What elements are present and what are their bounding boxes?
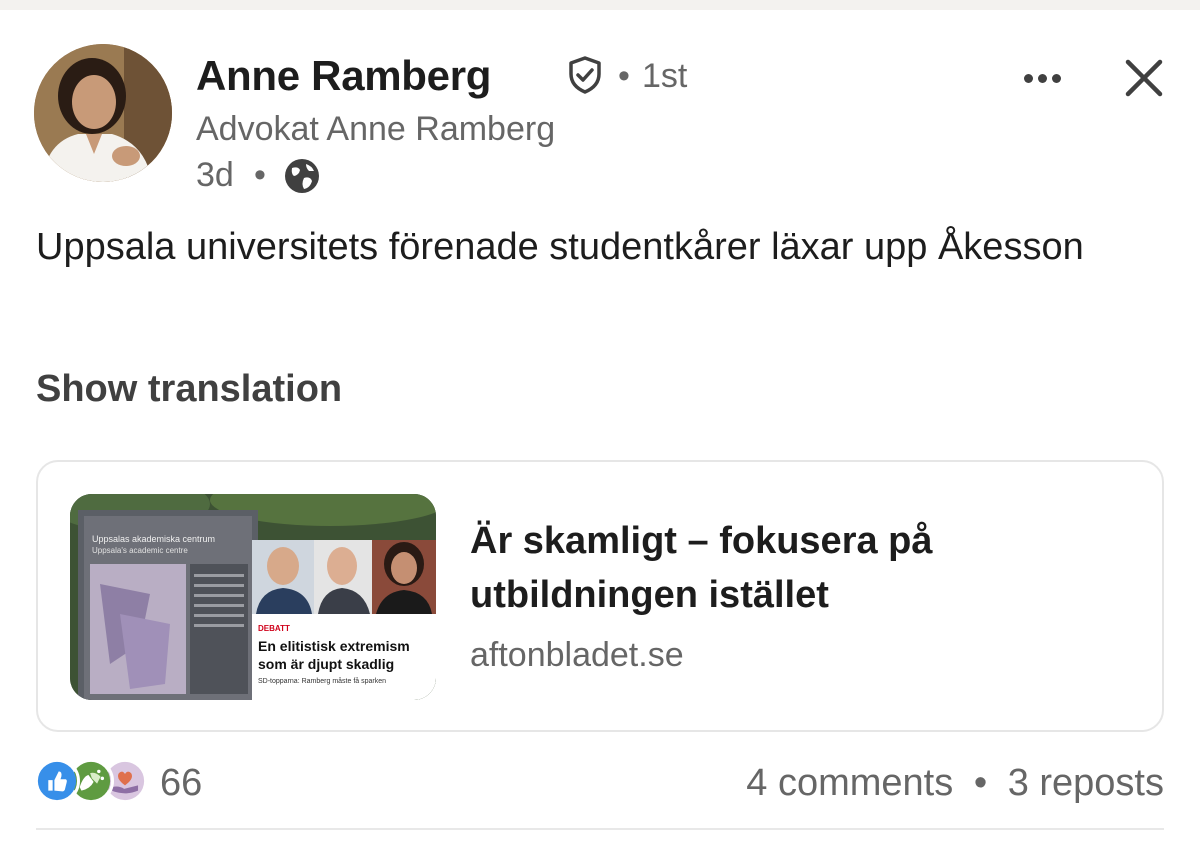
- thumbnail-caption: SD-topparna: Ramberg måste få sparken: [258, 678, 387, 685]
- separator-dot: •: [973, 762, 988, 804]
- more-dot: [1023, 73, 1033, 83]
- verified-shield-icon: [569, 56, 601, 94]
- show-translation-button[interactable]: Show translation: [36, 364, 342, 414]
- divider: [36, 828, 1164, 830]
- link-preview-card[interactable]: Uppsalas akademiska centrum Uppsala's ac…: [36, 460, 1164, 732]
- post-text: Uppsala universitets förenade studentkår…: [36, 226, 1084, 268]
- globe-icon: [285, 159, 319, 193]
- more-dot: [1037, 73, 1047, 83]
- more-options-button[interactable]: [1014, 56, 1070, 100]
- top-strip: [0, 0, 1200, 10]
- thumbnail-headline-line2: som är djupt skadlig: [258, 656, 395, 672]
- link-title: Är skamligt – fokusera på utbildningen i…: [470, 520, 933, 616]
- author-headline: Advokat Anne Ramberg: [196, 110, 556, 148]
- reactions-summary[interactable]: [34, 758, 152, 806]
- connection-degree: 1st: [642, 57, 688, 95]
- close-icon[interactable]: [1118, 52, 1170, 104]
- separator-dot: •: [618, 57, 630, 95]
- thumbnail-headline-line1: En elitistisk extremism: [258, 638, 410, 654]
- comments-count-link[interactable]: 4 comments: [746, 762, 953, 804]
- separator-dot: •: [254, 156, 266, 194]
- thumbnail-tag: DEBATT: [258, 624, 290, 633]
- thumbnail-sign-subtitle: Uppsala's academic centre: [92, 546, 188, 555]
- author-avatar[interactable]: [34, 44, 172, 182]
- more-dot: [1051, 73, 1061, 83]
- post-time: 3d: [196, 156, 234, 194]
- like-icon: [34, 758, 80, 804]
- thumbnail-sign-title: Uppsalas akademiska centrum: [92, 534, 216, 544]
- author-name[interactable]: Anne Ramberg: [196, 52, 491, 100]
- reaction-count[interactable]: 66: [160, 760, 202, 806]
- reposts-count-link[interactable]: 3 reposts: [1008, 762, 1164, 804]
- social-stats: 4 comments • 3 reposts: [746, 760, 1164, 806]
- link-thumbnail: Uppsalas akademiska centrum Uppsala's ac…: [70, 494, 436, 700]
- avatar-image: [34, 44, 172, 182]
- link-domain: aftonbladet.se: [470, 636, 684, 674]
